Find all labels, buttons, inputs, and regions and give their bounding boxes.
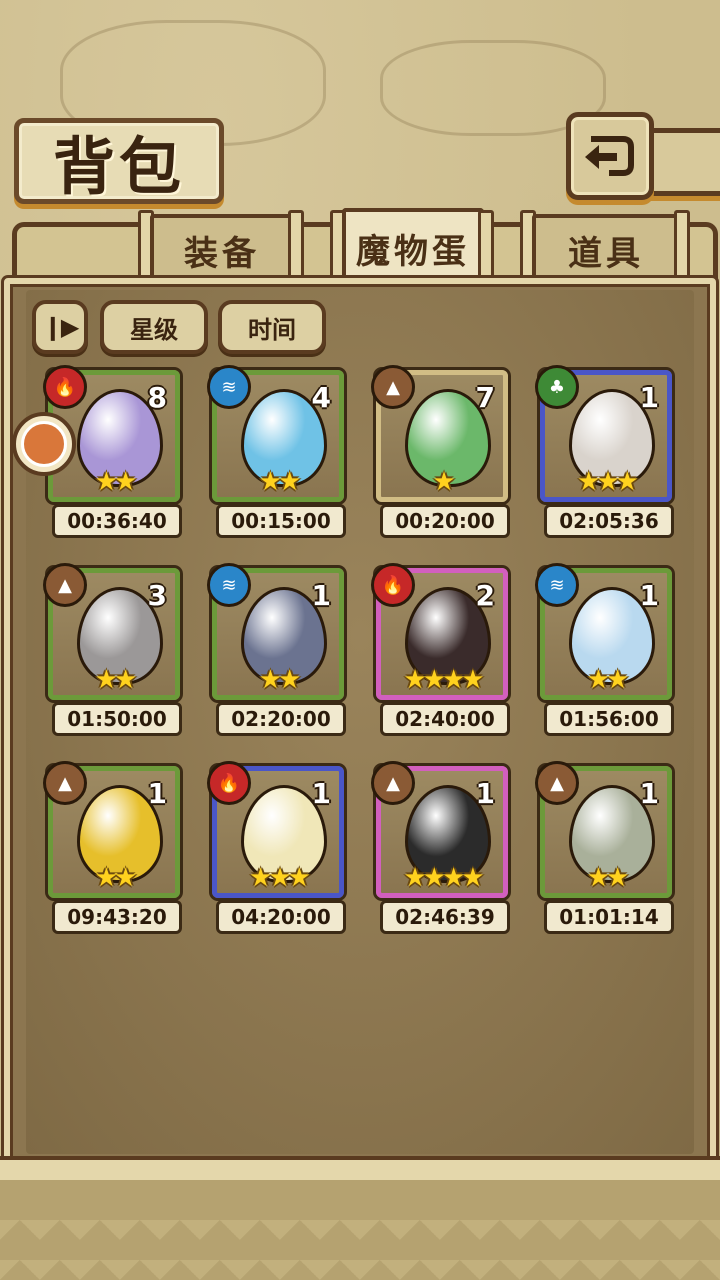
egg-card[interactable]: ▲ 3 ★★ — [43, 563, 180, 700]
hatch-timer: 02:20:00 — [216, 702, 346, 736]
star-rating: ★★ — [94, 863, 138, 893]
tab-label: 装备 — [184, 233, 260, 274]
hatch-timer: 02:46:39 — [380, 900, 510, 934]
star-rating: ★★ — [586, 863, 630, 893]
water-element-icon: ≋ — [207, 365, 251, 409]
tab-label: 魔物蛋 — [356, 231, 470, 272]
hatch-timer: 01:50:00 — [52, 702, 182, 736]
hatch-timer: 00:15:00 — [216, 504, 346, 538]
sort-toggle-icon: ❙▶ — [42, 313, 80, 341]
tab-items[interactable]: 道具 — [532, 214, 680, 282]
egg-card[interactable]: 🔥 2 ★★★★ — [371, 563, 508, 700]
star-rating: ★★★ — [249, 863, 311, 893]
tab-divider — [478, 210, 494, 284]
earth-element-icon: ▲ — [535, 761, 579, 805]
tab-equipment[interactable]: 装备 — [150, 214, 294, 282]
egg-count: 1 — [639, 579, 659, 612]
hatch-timer: 01:01:14 — [544, 900, 674, 934]
star-rating: ★★ — [94, 467, 138, 497]
up-arrow-icon — [21, 421, 67, 467]
egg-count: 7 — [475, 381, 495, 414]
egg-count: 1 — [311, 579, 331, 612]
egg-card[interactable]: ▲ 7 ★ — [371, 365, 508, 502]
egg-count: 1 — [147, 777, 167, 810]
sort-star-label: 星级 — [130, 315, 178, 344]
egg-card[interactable]: 🔥 1 ★★★ — [207, 761, 344, 898]
egg-card[interactable]: ▲ 1 ★★ — [535, 761, 672, 898]
scroll-top-button[interactable] — [12, 412, 76, 476]
hatch-timer: 04:20:00 — [216, 900, 346, 934]
back-button[interactable] — [566, 112, 654, 200]
sort-by-star-button[interactable]: 星级 — [100, 300, 208, 354]
hatch-timer: 02:05:36 — [544, 504, 674, 538]
hatch-timer: 00:20:00 — [380, 504, 510, 538]
egg-card[interactable]: ♣ 1 ★★★ — [535, 365, 672, 502]
star-rating: ★★ — [258, 467, 302, 497]
earth-element-icon: ▲ — [43, 563, 87, 607]
sort-order-toggle[interactable]: ❙▶ — [32, 300, 88, 354]
egg-card[interactable]: ▲ 1 ★★ — [43, 761, 180, 898]
hatch-timer: 00:36:40 — [52, 504, 182, 538]
title-plate: 背包 — [14, 118, 224, 204]
water-element-icon: ≋ — [207, 563, 251, 607]
egg-card[interactable]: ≋ 1 ★★ — [535, 563, 672, 700]
star-rating: ★★ — [94, 665, 138, 695]
star-rating: ★★ — [258, 665, 302, 695]
hatch-timer: 01:56:00 — [544, 702, 674, 736]
egg-count: 4 — [311, 381, 331, 414]
sort-by-time-button[interactable]: 时间 — [218, 300, 326, 354]
egg-count: 8 — [147, 381, 167, 414]
star-rating: ★★ — [586, 665, 630, 695]
hatch-timer: 02:40:00 — [380, 702, 510, 736]
egg-card[interactable]: ≋ 4 ★★ — [207, 365, 344, 502]
earth-element-icon: ▲ — [371, 761, 415, 805]
tab-divider — [674, 210, 690, 284]
tab-monster-eggs[interactable]: 魔物蛋 — [342, 208, 484, 284]
tab-divider — [288, 210, 304, 284]
bottom-border-decoration — [0, 1180, 720, 1280]
egg-card[interactable]: ≋ 1 ★★ — [207, 563, 344, 700]
wood-element-icon: ♣ — [535, 365, 579, 409]
egg-count: 1 — [475, 777, 495, 810]
egg-count: 3 — [147, 579, 167, 612]
star-rating: ★ — [432, 467, 455, 497]
water-element-icon: ≋ — [535, 563, 579, 607]
earth-element-icon: ▲ — [43, 761, 87, 805]
egg-count: 1 — [639, 777, 659, 810]
egg-card[interactable]: ▲ 1 ★★★★ — [371, 761, 508, 898]
fire-element-icon: 🔥 — [43, 365, 87, 409]
back-arrow-icon — [585, 136, 634, 176]
hatch-timer: 09:43:20 — [52, 900, 182, 934]
egg-count: 1 — [639, 381, 659, 414]
sort-time-label: 时间 — [248, 315, 296, 344]
tab-label: 道具 — [568, 233, 644, 274]
egg-count: 2 — [475, 579, 495, 612]
star-rating: ★★★★ — [403, 863, 484, 893]
star-rating: ★★★ — [577, 467, 639, 497]
page-title: 背包 — [52, 130, 185, 203]
earth-element-icon: ▲ — [371, 365, 415, 409]
fire-element-icon: 🔥 — [371, 563, 415, 607]
fire-element-icon: 🔥 — [207, 761, 251, 805]
egg-count: 1 — [311, 777, 331, 810]
star-rating: ★★★★ — [403, 665, 484, 695]
